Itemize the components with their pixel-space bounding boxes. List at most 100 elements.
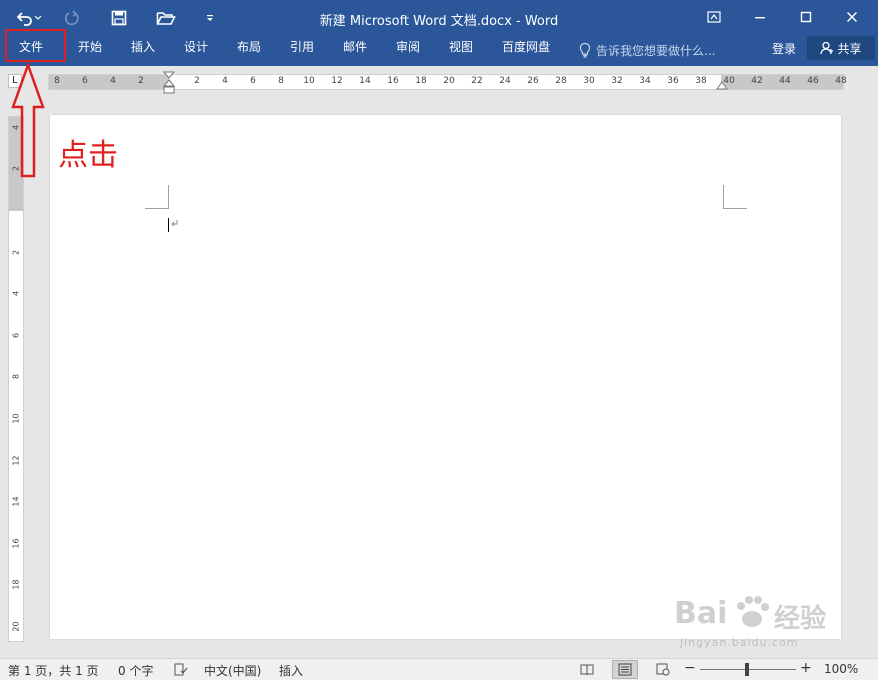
crop-mark-top-right-v: [723, 185, 724, 209]
text-cursor: [168, 218, 169, 232]
paw-logo-icon: [737, 596, 769, 627]
ribbon-display-icon: [707, 11, 721, 23]
baidu-jingyan-watermark: Bai 经验 jingyan.baidu.com: [670, 590, 840, 650]
zoom-level[interactable]: 100%: [824, 662, 858, 676]
minimize-icon: [755, 17, 765, 19]
read-mode-icon[interactable]: [580, 663, 594, 676]
tab-insert[interactable]: 插入: [124, 36, 162, 66]
ruler-left-margin: [49, 75, 169, 89]
ruler-tick-label: 36: [667, 76, 679, 86]
tab-mailings[interactable]: 邮件: [336, 36, 374, 66]
ruler-tick-label: 2: [138, 76, 144, 86]
minimize-button[interactable]: [742, 4, 778, 30]
ruler-tick-label: 6: [250, 76, 256, 86]
status-bar: 第 1 页，共 1 页 0 个字 中文(中国) 插入 − + 100%: [0, 658, 878, 680]
zoom-out-button[interactable]: −: [684, 660, 696, 676]
folder-open-icon: [156, 12, 176, 25]
ruler-tick-label: 26: [527, 76, 539, 86]
ruler-tick-label: 10: [11, 413, 21, 424]
ruler-tick-label: 12: [11, 455, 21, 466]
close-button[interactable]: [834, 4, 870, 30]
ruler-tick-label: 4: [222, 76, 228, 86]
watermark-brand-tail: 经验: [774, 604, 827, 634]
paragraph-mark-icon: [171, 220, 178, 227]
ruler-tick-label: 12: [331, 76, 343, 86]
ruler-tick-label: 16: [11, 538, 21, 549]
document-page[interactable]: [50, 115, 841, 639]
share-button[interactable]: 共享: [807, 36, 875, 60]
print-layout-icon: [618, 663, 632, 676]
ribbon-tabs: 文件 开始 插入 设计 布局 引用 邮件 审阅 视图 百度网盘 告诉我您想要做什…: [0, 36, 878, 66]
ruler-tick-label: 8: [54, 76, 60, 86]
vertical-ruler[interactable]: 4 2 2 4 6 8 10 12 14 16 18 20: [8, 116, 24, 642]
ruler-tick-label: 42: [751, 76, 763, 86]
chevron-down-icon: [207, 15, 213, 21]
customize-qat-button[interactable]: [202, 6, 218, 30]
tab-home[interactable]: 开始: [71, 36, 109, 66]
ruler-tick-label: 8: [11, 374, 21, 380]
tab-review[interactable]: 审阅: [389, 36, 427, 66]
ruler-tick-label: 28: [555, 76, 567, 86]
language-indicator[interactable]: 中文(中国): [204, 662, 261, 679]
tab-layout[interactable]: 布局: [230, 36, 268, 66]
print-layout-button[interactable]: [612, 660, 638, 679]
tab-view[interactable]: 视图: [442, 36, 480, 66]
maximize-icon: [800, 11, 812, 23]
watermark-brand: Bai: [674, 596, 728, 631]
horizontal-ruler[interactable]: 8 6 4 2 2 4 6 8 10 12 14 16 18 20 22 24 26 28 30 32 34 36 38 40…: [48, 71, 847, 94]
annotation-arrow-up-icon: [11, 62, 45, 178]
redo-button[interactable]: [60, 6, 84, 30]
login-link[interactable]: 登录: [772, 40, 796, 57]
ruler-tick-label: 16: [387, 76, 399, 86]
ruler-tick-label: 34: [639, 76, 651, 86]
insert-mode[interactable]: 插入: [279, 662, 303, 679]
zoom-slider-thumb[interactable]: [745, 663, 749, 676]
right-indent-marker-icon[interactable]: [716, 81, 728, 91]
ruler-tick-label: 20: [11, 621, 21, 632]
share-label: 共享: [837, 41, 862, 56]
ruler-tick-label: 2: [194, 76, 200, 86]
close-icon: [846, 11, 858, 23]
lightbulb-icon: [579, 42, 591, 58]
ruler-tick-label: 48: [835, 76, 847, 86]
tell-me-box[interactable]: 告诉我您想要做什么...: [578, 40, 715, 60]
ruler-tick-label: 2: [11, 249, 21, 255]
annotation-text: 点击: [58, 138, 118, 173]
ribbon-display-options-button[interactable]: [696, 4, 732, 30]
ruler-tick-label: 22: [471, 76, 483, 86]
ruler-tick-label: 18: [415, 76, 427, 86]
ruler-tick-label: 38: [695, 76, 707, 86]
save-icon: [111, 10, 127, 26]
ruler-tick-label: 20: [443, 76, 455, 86]
ruler-tick-label: 4: [110, 76, 116, 86]
tab-references[interactable]: 引用: [283, 36, 321, 66]
ruler-tick-label: 44: [779, 76, 791, 86]
word-count[interactable]: 0 个字: [118, 662, 153, 679]
indent-marker-icon[interactable]: [163, 71, 175, 95]
tell-me-placeholder: 告诉我您想要做什么...: [596, 43, 716, 58]
undo-button[interactable]: [12, 6, 48, 30]
ruler-tick-label: 30: [583, 76, 595, 86]
maximize-button[interactable]: [788, 4, 824, 30]
ruler-tick-label: 14: [11, 496, 21, 507]
page-count[interactable]: 第 1 页，共 1 页: [8, 662, 99, 679]
ruler-tick-label: 18: [11, 579, 21, 590]
web-layout-icon[interactable]: [656, 663, 670, 676]
ruler-tick-label: 14: [359, 76, 371, 86]
title-bar: 新建 Microsoft Word 文档.docx - Word: [0, 0, 878, 36]
ruler-tick-label: 10: [303, 76, 315, 86]
crop-mark-top-left-v: [168, 185, 169, 209]
ruler-tick-label: 32: [611, 76, 623, 86]
document-canvas: [26, 96, 878, 658]
crop-mark-top-left-h: [145, 208, 169, 209]
open-button[interactable]: [152, 6, 180, 30]
vertical-scroll-area[interactable]: [844, 96, 878, 658]
proofing-icon[interactable]: [174, 663, 188, 676]
tab-design[interactable]: 设计: [177, 36, 215, 66]
person-icon: [820, 41, 834, 55]
tab-baidu-netdisk[interactable]: 百度网盘: [496, 36, 556, 66]
save-button[interactable]: [106, 6, 132, 30]
zoom-in-button[interactable]: +: [800, 660, 812, 676]
ruler-tick-label: 46: [807, 76, 819, 86]
crop-mark-top-right-h: [723, 208, 747, 209]
